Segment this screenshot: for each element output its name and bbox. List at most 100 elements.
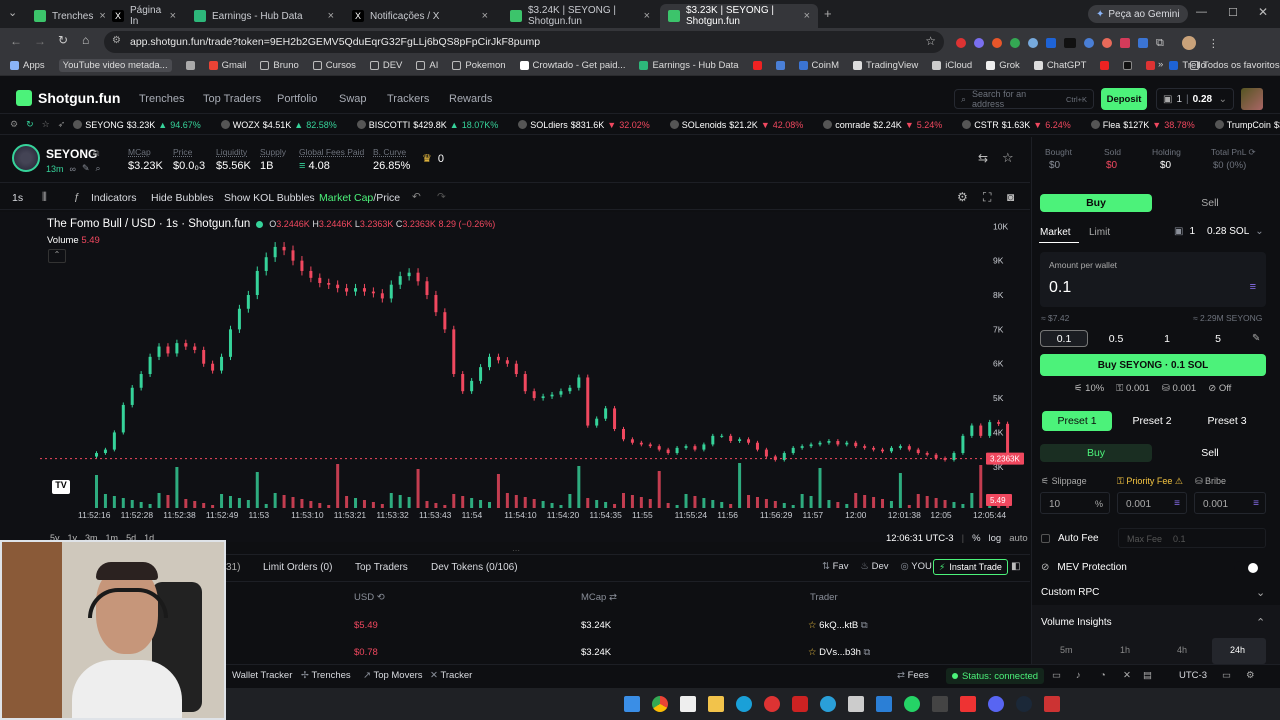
copy-icon[interactable]: ⧉ <box>93 148 99 159</box>
limit-order-tab[interactable]: Limit <box>1089 227 1110 238</box>
edit-icon[interactable]: ✎ <box>82 163 90 174</box>
filter-you[interactable]: ◎ YOU <box>901 561 932 572</box>
browser-tab[interactable]: X Notificações / X × <box>344 4 496 28</box>
bookmark-item[interactable]: ChatGPT <box>1033 60 1086 71</box>
auto-scale-button[interactable]: auto <box>1009 533 1028 544</box>
checkbox[interactable] <box>1041 534 1050 543</box>
ticker-item[interactable]: SEYONG $3.23K ▲ 94.67% <box>73 120 201 130</box>
app-icon[interactable] <box>960 696 976 712</box>
bookmark-item[interactable] <box>1100 61 1110 70</box>
quick-amount-5[interactable]: 5 <box>1194 330 1242 347</box>
bookmark-folder[interactable]: Cursos <box>312 60 356 71</box>
extension-icon[interactable] <box>1046 38 1056 48</box>
browser-tab-active[interactable]: $3.23K | SEYONG | Shotgun.fun × <box>660 4 818 28</box>
market-order-tab[interactable]: Market <box>1040 227 1071 238</box>
mcap-price-toggle[interactable]: Market Cap/Price <box>319 192 400 204</box>
share-icon[interactable]: ⇆ <box>978 151 988 165</box>
filter-dev[interactable]: ♨ Dev <box>860 561 888 572</box>
extension-icon[interactable] <box>1102 38 1112 48</box>
telegram-icon[interactable] <box>820 696 836 712</box>
extension-icon[interactable] <box>1084 38 1094 48</box>
custom-rpc-label[interactable]: Custom RPC <box>1041 587 1099 598</box>
forward-icon[interactable]: → <box>34 34 46 48</box>
price-option[interactable]: /Price <box>373 192 400 204</box>
bookmark-folder[interactable]: AI <box>416 60 438 71</box>
indicators-button[interactable]: Indicators <box>91 192 137 204</box>
wallet-selector[interactable]: ▣ 1 | 0.28 ⌄ <box>1156 88 1234 110</box>
nav-rewards[interactable]: Rewards <box>449 93 492 105</box>
chevron-down-icon[interactable]: ⌄ <box>1256 586 1265 599</box>
refresh-icon[interactable]: ⟳ <box>1249 147 1256 157</box>
bookmark-folder[interactable]: DEV <box>369 60 402 71</box>
timezone-label[interactable]: UTC-3 <box>1179 670 1207 681</box>
nav-top-traders[interactable]: Top Traders <box>203 93 261 105</box>
x-logo-icon[interactable]: ✕ <box>1123 670 1131 681</box>
bookmark-item[interactable] <box>1123 61 1133 70</box>
browser-tab[interactable]: X Página In × <box>104 4 184 28</box>
col-usd[interactable]: USD ⟲ <box>354 592 385 603</box>
refresh-icon[interactable]: ↻ <box>26 119 34 130</box>
link-icon[interactable]: ∞ <box>70 164 76 174</box>
chrome-icon[interactable] <box>652 696 668 712</box>
windows-start-icon[interactable] <box>624 696 640 712</box>
bookmark-star-icon[interactable]: ☆ <box>925 34 936 48</box>
whatsapp-icon[interactable] <box>904 696 920 712</box>
app-icon[interactable] <box>792 696 808 712</box>
new-tab-icon[interactable]: + <box>824 6 832 21</box>
extension-icon[interactable] <box>956 38 966 48</box>
panel-toggle-icon[interactable]: ◧ <box>1011 561 1020 572</box>
tab-search-icon[interactable]: ⌄ <box>8 6 17 19</box>
close-tab-icon[interactable]: × <box>804 10 810 22</box>
app-icon[interactable] <box>1044 696 1060 712</box>
tab-dev-tokens[interactable]: Dev Tokens (0/106) <box>431 562 518 573</box>
terminal-icon[interactable] <box>932 696 948 712</box>
chart-clock[interactable]: 12:06:31 UTC-3 <box>886 533 954 544</box>
buy-token-button[interactable]: Buy SEYONG · 0.1 SOL <box>1040 354 1266 376</box>
browser-tab[interactable]: Trenches × <box>26 4 106 28</box>
site-info-icon[interactable]: ⚙ <box>112 35 121 46</box>
mev-toggle[interactable] <box>1234 561 1260 575</box>
more-bookmarks-icon[interactable]: » <box>1158 59 1163 70</box>
vscode-icon[interactable] <box>876 696 892 712</box>
screenshot-icon[interactable]: ◙ <box>1007 190 1014 204</box>
bribe-input[interactable]: 0.001 ≡ <box>1194 492 1266 514</box>
slippage-input[interactable]: 10% <box>1040 492 1110 514</box>
col-mcap[interactable]: MCap ⇄ <box>581 592 617 603</box>
nav-swap[interactable]: Swap <box>339 93 367 105</box>
address-bar[interactable]: ⚙ app.shotgun.fun/trade?token=9EH2b2GEMV… <box>104 31 944 53</box>
reload-icon[interactable]: ↻ <box>58 33 68 47</box>
ticker-item[interactable]: CSTR $1.63K ▼ 6.24% <box>962 120 1071 130</box>
trenches-link[interactable]: ✢ Trenches <box>301 670 351 681</box>
home-icon[interactable]: ⌂ <box>82 33 89 47</box>
extension-icon[interactable] <box>1010 38 1020 48</box>
extension-icon[interactable] <box>974 38 984 48</box>
all-favorites-folder[interactable]: Todos os favoritos <box>1190 60 1280 71</box>
tab-limit-orders[interactable]: Limit Orders (0) <box>263 562 332 573</box>
bookmark-folder[interactable]: Pokemon <box>452 60 506 71</box>
extension-icon[interactable] <box>1120 38 1130 48</box>
buy-tab[interactable]: Buy <box>1040 194 1152 212</box>
wallet-tracker-link[interactable]: Wallet Tracker <box>232 670 292 681</box>
search-input[interactable]: ⌕ Search for an address Ctrl+K <box>954 89 1094 109</box>
settings-icon[interactable]: ⚙ <box>10 119 18 130</box>
extension-icon[interactable] <box>1064 38 1076 48</box>
quick-amount-0-5[interactable]: 0.5 <box>1092 330 1140 347</box>
profile-avatar[interactable] <box>1181 36 1196 50</box>
vi-tab-5m[interactable]: 5m <box>1060 645 1073 655</box>
filter-fav[interactable]: ⇅ Fav <box>822 561 848 572</box>
tab-top-traders[interactable]: Top Traders <box>355 562 408 573</box>
row-trader[interactable]: ☆ 6kQ...ktB ⧉ <box>808 620 868 631</box>
row-trader[interactable]: ☆ DVs...b3h ⧉ <box>808 647 870 658</box>
discord-icon[interactable] <box>988 696 1004 712</box>
preset-sell-tab[interactable]: Sell <box>1154 444 1266 462</box>
nav-trenches[interactable]: Trenches <box>139 93 184 105</box>
edge-icon[interactable] <box>736 696 752 712</box>
edit-presets-icon[interactable]: ✎ <box>1252 333 1260 344</box>
ticker-item[interactable]: BISCOTTI $429.8K ▲ 18.07K% <box>356 120 498 130</box>
wallet-amount-selector[interactable]: ▣ 1 0.28 SOL ⌄ <box>1174 226 1264 237</box>
bookmark-item[interactable]: Crowtado - Get paid... <box>519 60 625 71</box>
ticker-item[interactable]: SOLdiers $831.6K ▼ 32.02% <box>518 120 650 130</box>
bookmark-item[interactable] <box>1146 61 1156 70</box>
copy-icon[interactable]: ⧉ <box>864 647 871 658</box>
close-window-icon[interactable]: ✕ <box>1258 5 1268 19</box>
